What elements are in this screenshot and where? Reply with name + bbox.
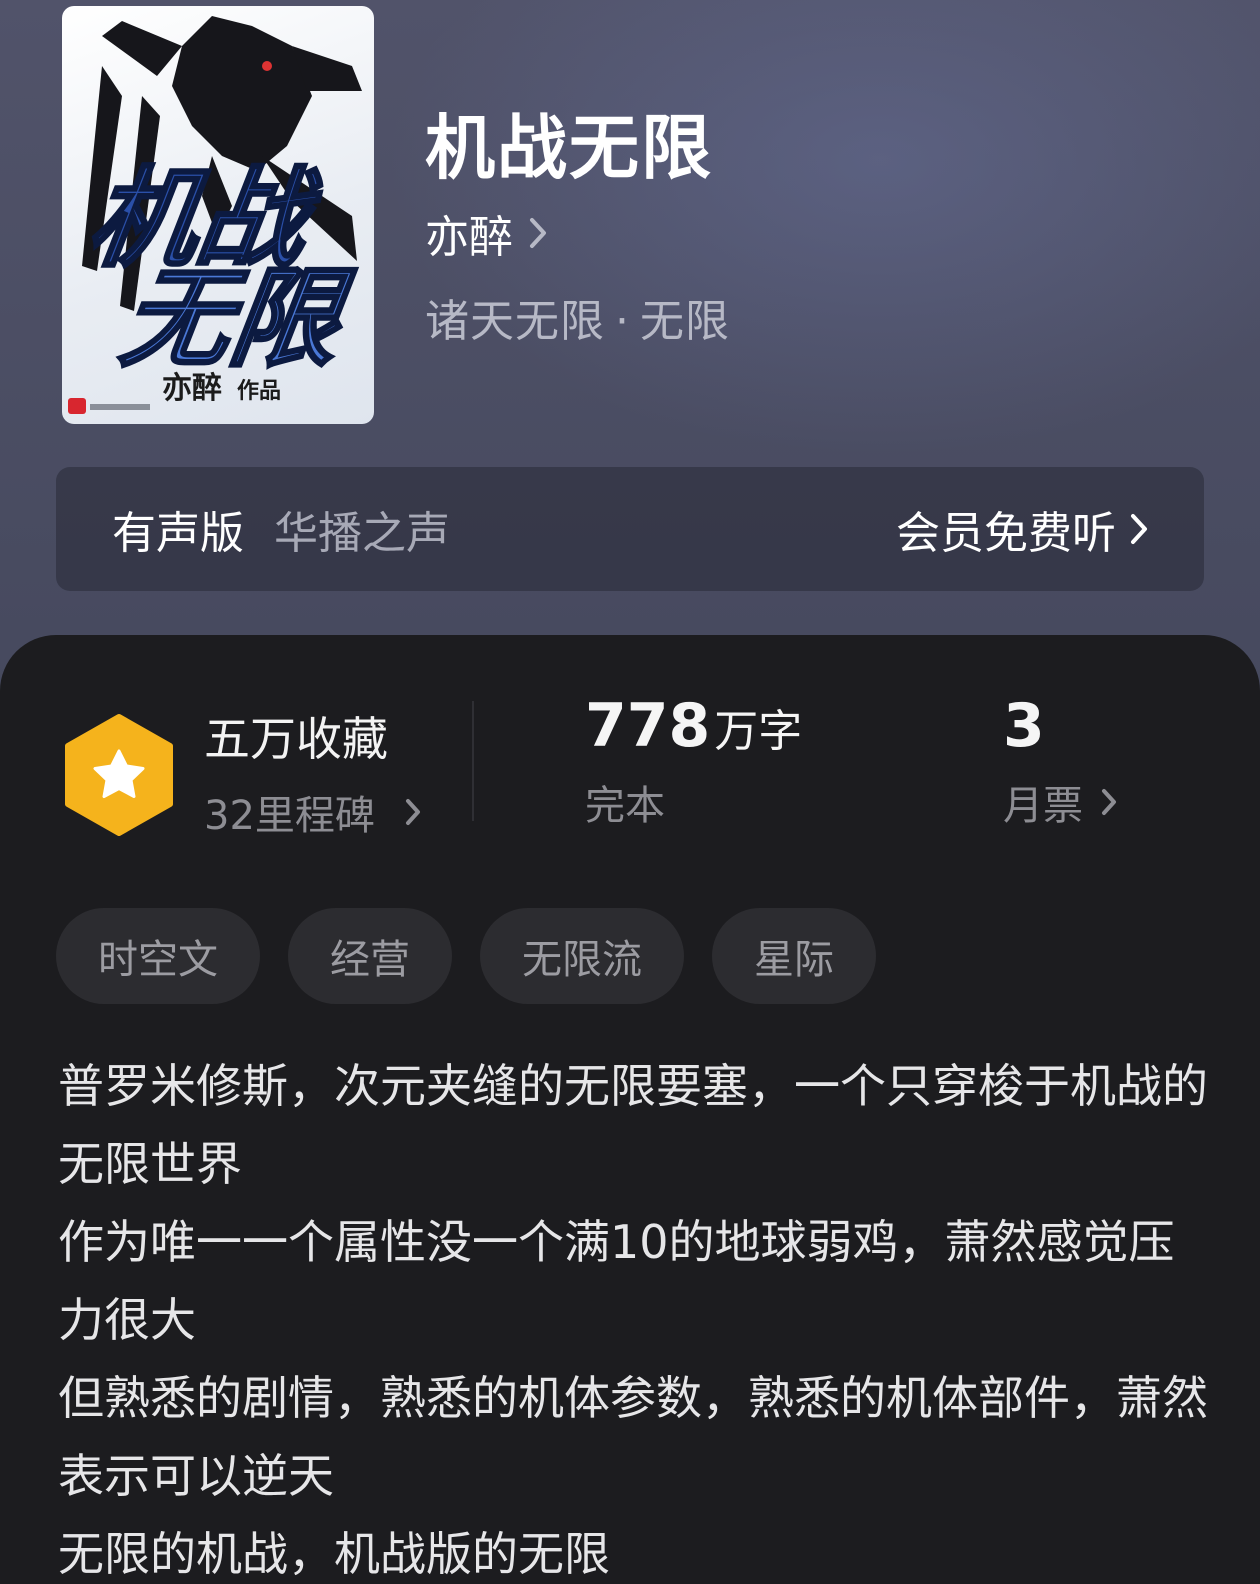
genre-line: 诸天无限 · 无限 [425,285,730,349]
tag-chip[interactable]: 经营 [288,908,452,1004]
word-count-unit: 万字 [714,706,803,757]
author-link[interactable]: 亦醉 [425,205,547,263]
book-cover[interactable]: 机战 无限 亦醉 作品 [62,6,374,424]
category-label[interactable]: 诸天无限 [425,296,605,347]
book-info-panel: 五万收藏 32里程碑 778万字 完本 3 月票 时空文 经营 无限流 星际 普… [0,635,1260,1584]
publisher-logo [68,398,86,414]
synopsis-line: 但熟悉的剧情，熟悉的机体参数，熟悉的机体部件，萧然表示可以逆天 [58,1371,1208,1503]
author-name: 亦醉 [425,212,513,263]
svg-text:作品: 作品 [237,378,281,404]
synopsis-line: 普罗米修斯，次元夹缝的无限要塞，一个只穿梭于机战的无限世界 [58,1059,1208,1191]
chevron-right-icon [1102,789,1116,815]
svg-text:无限: 无限 [114,254,359,381]
tag-list: 时空文 经营 无限流 星际 [56,908,876,1004]
cover-author-art: 亦醉 [162,371,222,406]
book-title: 机战无限 [425,107,713,189]
book-detail-screen: 机战 无限 亦醉 作品 机战无限 亦醉 诸天无限 · 无限 有声版 华播之声 会员免… [0,0,1260,1584]
word-count-stat: 778万字 完本 [585,691,802,831]
audio-version-bar[interactable]: 有声版 华播之声 会员免费听 [56,467,1204,591]
chevron-right-icon [1131,514,1147,544]
word-count-value: 778 [585,691,711,761]
separator-dot: · [615,296,630,347]
synopsis-line: 作为唯一一个属性没一个满10的地球弱鸡，萧然感觉压力很大 [58,1215,1175,1347]
audio-narrator: 华播之声 [274,508,450,559]
tag-chip[interactable]: 无限流 [480,908,684,1004]
star-hexagon-icon [65,714,173,836]
free-listen-button[interactable]: 会员免费听 [896,497,1148,561]
collection-milestone[interactable]: 五万收藏 32里程碑 [204,703,421,841]
subcategory-label[interactable]: 无限 [640,296,730,347]
completion-status: 完本 [585,783,665,829]
tag-chip[interactable]: 时空文 [56,908,260,1004]
synopsis-line: 无限的机战，机战版的无限 [58,1527,610,1581]
chevron-right-icon [530,218,546,248]
monthly-ticket-stat[interactable]: 3 月票 [1003,691,1117,831]
tag-chip[interactable]: 星际 [712,908,876,1004]
cover-art: 机战 无限 亦醉 作品 [68,16,362,414]
free-listen-label: 会员免费听 [896,508,1116,559]
monthly-ticket-label: 月票 [1003,783,1083,829]
monthly-ticket-count: 3 [1003,691,1045,761]
collection-count: 五万收藏 [204,712,388,766]
audio-version-label: 有声版 [112,508,244,559]
chevron-right-icon [405,799,420,825]
synopsis[interactable]: 普罗米修斯，次元夹缝的无限要塞，一个只穿梭于机战的无限世界 作为唯一一个属性没一… [58,1047,1208,1584]
stat-divider [472,701,474,821]
milestone-count: 32里程碑 [204,793,375,839]
